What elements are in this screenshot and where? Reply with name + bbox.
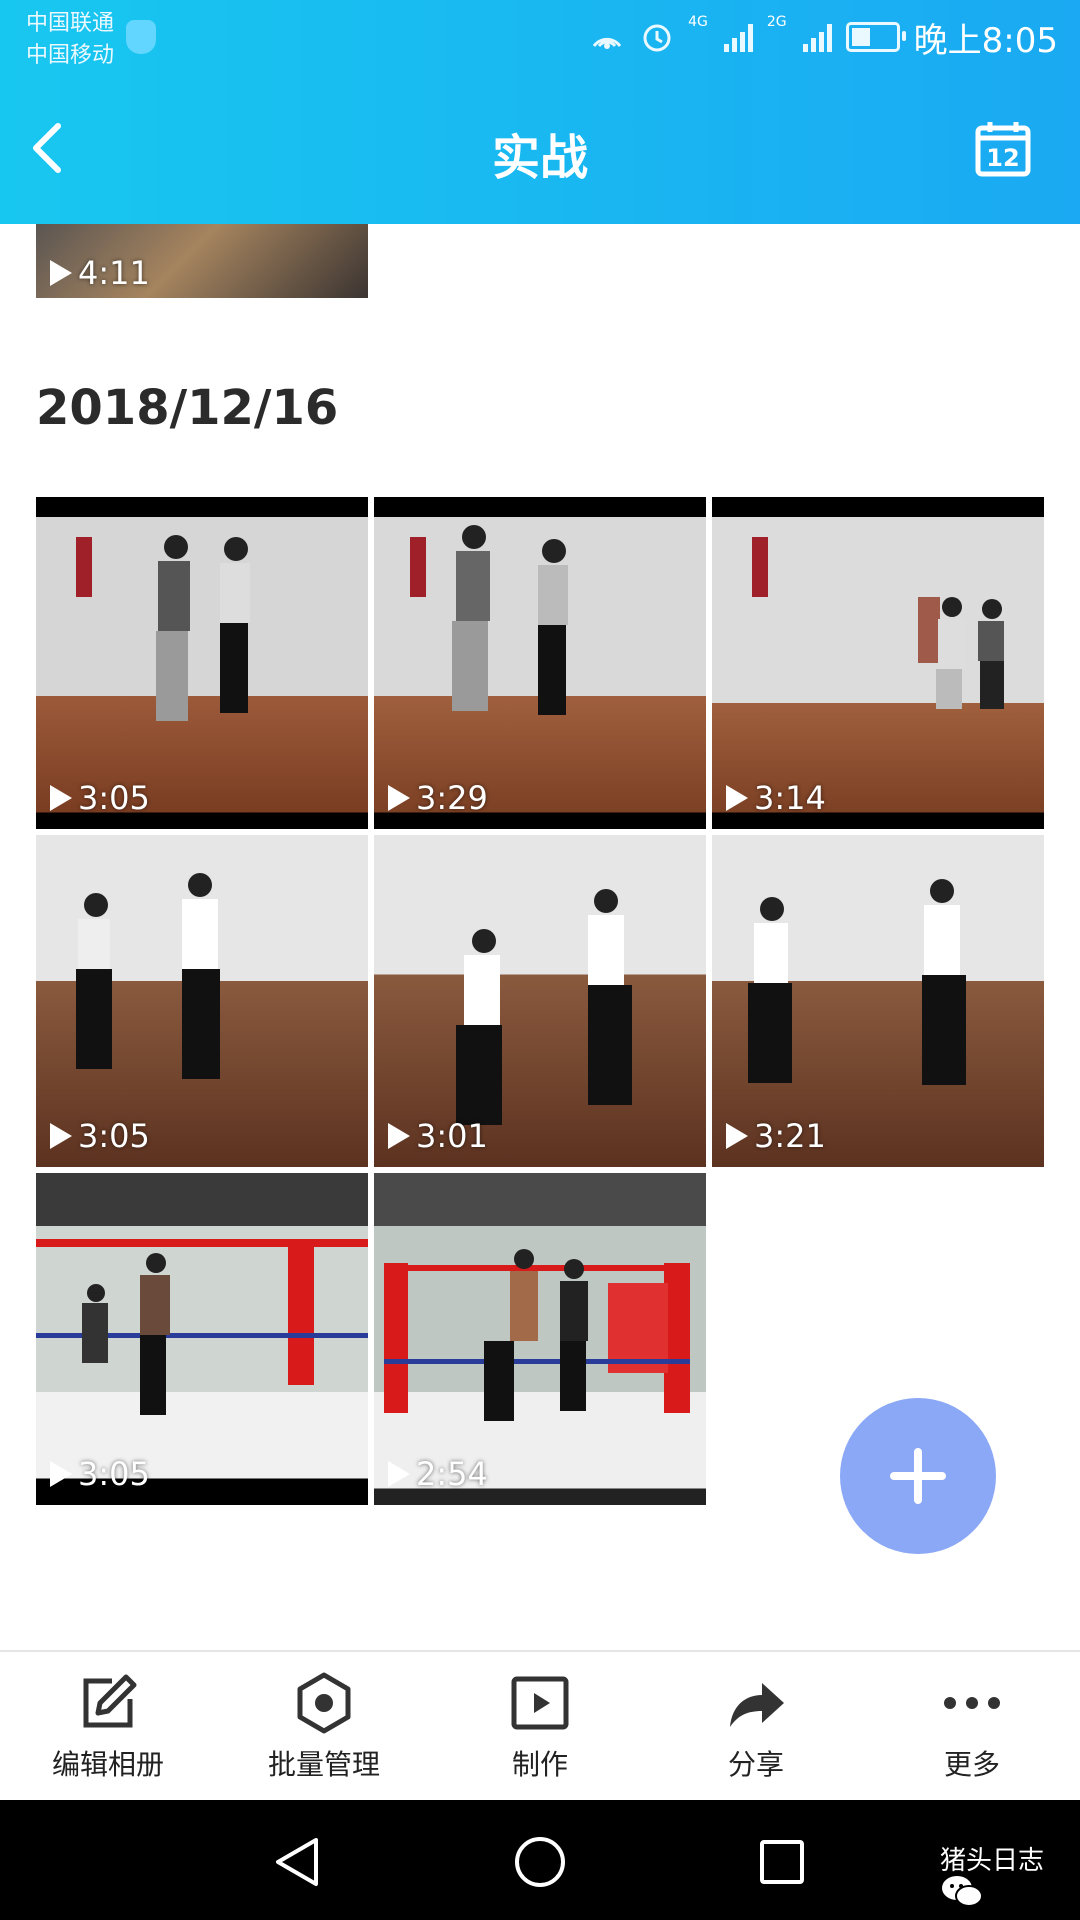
watermark: 猪头日志 [939,1840,1044,1907]
page-title: 实战 [491,130,588,186]
more-button[interactable]: 更多 [864,1652,1080,1802]
bottom-toolbar: 编辑相册 批量管理 制作 分享 更多 [0,1650,1080,1802]
clock: 晚上8:05 [913,20,1058,61]
play-icon [50,785,72,811]
play-icon [726,785,748,811]
edit-album-label: 编辑相册 [51,1748,164,1781]
plus-icon [890,1448,946,1504]
calendar-day: 12 [986,144,1019,172]
watermark-text: 猪头日志 [939,1846,1044,1876]
video-thumbnail[interactable]: 3:05 [36,835,368,1167]
signal-icon-2 [802,22,832,52]
date-heading: 2018/12/16 [36,380,339,436]
system-nav-bar: 猪头日志 [0,1800,1080,1920]
shield-icon [126,20,156,54]
play-icon [388,1123,410,1149]
alarm-icon [643,24,671,52]
duration-label: 2:54 [388,1455,488,1493]
duration-label: 3:05 [50,1455,150,1493]
carrier-2: 中国移动 [26,43,115,68]
share-label: 分享 [727,1748,784,1781]
video-thumbnail[interactable]: 3:29 [374,497,706,829]
carrier-1: 中国联通 [26,11,115,36]
duration-label: 3:05 [50,779,150,817]
batch-manage-label: 批量管理 [267,1748,380,1781]
video-thumbnail[interactable]: 3:21 [712,835,1044,1167]
edit-album-button[interactable]: 编辑相册 [0,1652,216,1802]
duration-label: 3:21 [726,1117,826,1155]
more-label: 更多 [943,1748,1000,1781]
duration-label: 3:29 [388,779,488,817]
video-thumbnail[interactable]: 3:05 [36,1173,368,1505]
home-nav-icon[interactable] [512,1834,568,1890]
hotspot-icon [592,37,622,49]
video-thumbnail[interactable]: 3:05 [36,497,368,829]
play-icon [388,785,410,811]
video-thumbnail-previous[interactable]: 4:11 [36,224,368,298]
share-button[interactable]: 分享 [648,1652,864,1802]
add-button[interactable] [840,1398,996,1554]
make-label: 制作 [511,1748,568,1781]
duration-label: 3:05 [50,1117,150,1155]
play-icon [50,260,72,286]
calendar-icon[interactable]: 12 [974,120,1032,178]
play-icon [388,1461,410,1487]
play-icon [50,1123,72,1149]
video-thumbnail[interactable]: 3:14 [712,497,1044,829]
play-icon [726,1123,748,1149]
duration-label: 3:14 [726,779,826,817]
edit-icon [83,1674,137,1728]
duration-label: 3:01 [388,1117,488,1155]
status-carriers: 中国联通 中国移动 [26,8,156,72]
batch-manage-button[interactable]: 批量管理 [216,1652,432,1802]
signal-icon [723,22,753,52]
share-arrow-icon [730,1683,784,1727]
video-thumbnail[interactable]: 3:01 [374,835,706,1167]
app-header: 中国联通 中国移动 4G 2G 晚上8:05 实战 12 [0,0,1080,224]
back-nav-icon[interactable] [270,1834,326,1890]
duration-label: 4:11 [50,254,150,292]
more-dots-icon [944,1697,1000,1709]
video-thumbnail[interactable]: 2:54 [374,1173,706,1505]
play-box-icon [511,1676,569,1730]
wechat-icon [941,1876,983,1907]
network-label-1: 4G [688,14,708,30]
hexagon-select-icon [297,1672,351,1734]
make-button[interactable]: 制作 [432,1652,648,1802]
recents-nav-icon[interactable] [754,1834,810,1890]
battery-icon [845,22,906,52]
play-icon [50,1461,72,1487]
network-label-2: 2G [766,14,787,30]
status-indicators: 4G 2G 晚上8:05 [588,14,1058,61]
